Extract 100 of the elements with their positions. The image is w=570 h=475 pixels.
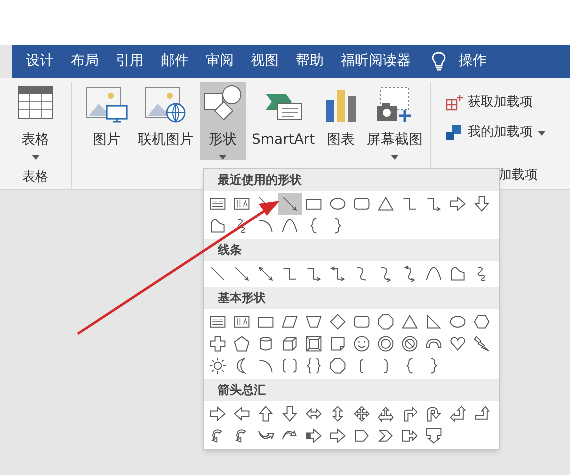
- arc-icon: [257, 357, 275, 375]
- ribbon-tab[interactable]: 视图: [249, 51, 281, 72]
- down-arrow-icon: [281, 405, 299, 423]
- right-bracket-icon: [383, 358, 389, 374]
- ribbon-tab[interactable]: 福昕阅读器: [339, 51, 413, 72]
- elbow-double-icon: [329, 265, 347, 283]
- ribbon-tab[interactable]: 审阅: [204, 51, 236, 72]
- brace-pair-icon: [305, 357, 323, 375]
- sun-icon: [209, 357, 227, 375]
- lightning-icon: [473, 335, 491, 353]
- left-right-up-arrow-icon: [377, 405, 395, 423]
- ribbon-button[interactable]: 联机图片: [135, 82, 197, 160]
- right-arrow-icon: [449, 195, 467, 213]
- shape-item[interactable]: [278, 193, 302, 215]
- folded-icon: [329, 335, 347, 353]
- pentagon-arrow-icon: [353, 427, 371, 445]
- cube-icon: [281, 335, 299, 353]
- elbow-arrow-icon: [425, 195, 443, 213]
- ribbon-button[interactable]: 形状: [200, 82, 246, 160]
- ribbon-tab[interactable]: 邮件: [159, 51, 191, 72]
- section-header: 箭头总汇: [204, 379, 499, 401]
- ribbon-tab[interactable]: 帮助: [294, 51, 326, 72]
- bar-chart-icon: [324, 88, 358, 124]
- cubes-icon: [445, 124, 464, 142]
- right-arrow-icon: [329, 427, 347, 445]
- bevel-icon: [305, 335, 323, 353]
- right-triangle-icon: [425, 313, 443, 331]
- tell-me-text: 操作: [459, 52, 487, 71]
- oval-icon: [449, 313, 467, 331]
- octagon-icon: [377, 313, 395, 331]
- arrow-line-icon: [233, 265, 251, 283]
- elbow-arrow-icon: [305, 265, 323, 283]
- freeform-icon: [449, 265, 467, 283]
- line-icon: [257, 195, 275, 213]
- ribbon-button[interactable]: 图片: [82, 82, 132, 160]
- bent-arrow-icon: [401, 405, 419, 423]
- group-label: 加载项: [499, 167, 538, 185]
- can-icon: [257, 335, 275, 353]
- arc-icon: [257, 217, 275, 235]
- down-arrow-icon: [473, 195, 491, 213]
- right-callout-icon: [401, 427, 419, 445]
- bracket-pair-icon: [281, 357, 299, 375]
- diamond-icon: [329, 313, 347, 331]
- section-header: 最近使用的形状: [204, 169, 499, 191]
- picture-globe-icon: [144, 86, 188, 124]
- arrow-line-icon: [281, 195, 299, 213]
- caret-icon: [391, 155, 400, 160]
- elbow-icon: [401, 195, 419, 213]
- picture-monitor-icon: [85, 86, 129, 124]
- parallelogram-icon: [281, 313, 299, 331]
- ribbon-tab[interactable]: 布局: [69, 51, 101, 72]
- chevron-icon: [377, 427, 395, 445]
- section-header: 基本形状: [204, 287, 499, 309]
- pentagon-icon: [233, 335, 251, 353]
- vtextbox-icon: [233, 313, 251, 331]
- table-button[interactable]: 表格: [12, 82, 60, 160]
- group-label: 表格: [22, 169, 48, 187]
- left-up-arrow-icon: [449, 405, 467, 423]
- trapezoid-icon: [305, 313, 323, 331]
- roundrect-icon: [353, 195, 371, 213]
- donut-icon: [377, 335, 395, 353]
- curve-icon: [281, 217, 299, 235]
- caret-icon: [32, 155, 40, 160]
- triangle-icon: [401, 313, 419, 331]
- elbow-icon: [281, 265, 299, 283]
- double-arrow-line-icon: [257, 265, 275, 283]
- left-bracket-icon: [359, 358, 365, 374]
- oval-icon: [329, 195, 347, 213]
- up-arrow-icon: [257, 405, 275, 423]
- ribbon-button[interactable]: SmartArt: [249, 82, 318, 160]
- textbox-icon: [209, 313, 227, 331]
- lightbulb-icon: [432, 52, 446, 72]
- freeform-icon: [209, 217, 227, 235]
- cross-icon: [209, 335, 227, 353]
- addin-button[interactable]: 获取加载项: [445, 88, 538, 118]
- hexagon-icon: [473, 313, 491, 331]
- striped-arrow-icon: [305, 427, 323, 445]
- line-icon: [209, 265, 227, 283]
- no-symbol-icon: [401, 335, 419, 353]
- ribbon-tab[interactable]: 引用: [114, 51, 146, 72]
- store-grid-icon: [445, 94, 464, 112]
- smiley-icon: [353, 335, 371, 353]
- down-callout-icon: [425, 427, 443, 445]
- bent-up-arrow-icon: [473, 405, 491, 423]
- ribbon-button[interactable]: 屏幕截图: [364, 82, 426, 160]
- u-turn-arrow-icon: [425, 405, 443, 423]
- left-arrow-icon: [233, 405, 251, 423]
- quad-arrow-icon: [353, 405, 371, 423]
- curved-up-arrow-icon: [258, 430, 274, 442]
- curve-icon: [425, 265, 443, 283]
- ribbon-button[interactable]: 图表: [321, 82, 362, 160]
- triangle-icon: [377, 195, 395, 213]
- addin-button[interactable]: 我的加载项: [445, 118, 546, 148]
- caret-icon: [538, 130, 546, 136]
- ribbon-tab[interactable]: 设计: [24, 51, 56, 72]
- caret-icon: [219, 155, 227, 160]
- heart-icon: [449, 335, 467, 353]
- roundrect-icon: [353, 313, 371, 331]
- table-icon: [18, 86, 54, 120]
- section-header: 线条: [204, 239, 499, 261]
